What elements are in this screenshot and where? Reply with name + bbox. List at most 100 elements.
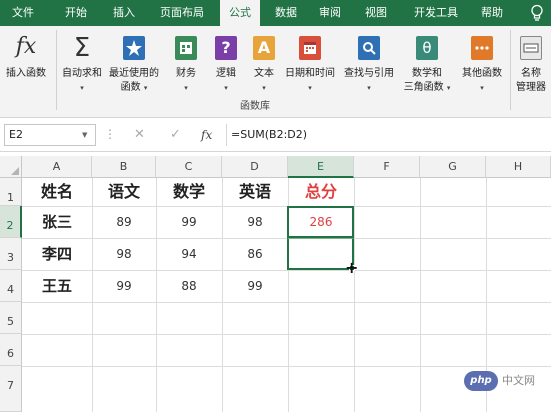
logical-button[interactable]: ? 逻辑 ▾ (206, 30, 246, 106)
math-label-1: 数学和 (412, 68, 442, 79)
cell-d1[interactable]: 英语 (222, 178, 288, 206)
cell-b2[interactable]: 89 (92, 206, 156, 238)
math-trig-button[interactable]: θ 数学和 三角函数 ▾ (400, 30, 454, 106)
tag-icon (520, 36, 542, 60)
more-functions-button[interactable]: 其他函数 ▾ (456, 30, 508, 106)
gridline (22, 302, 551, 303)
column-header-a[interactable]: A (22, 156, 92, 178)
column-header-h[interactable]: H (486, 156, 551, 178)
cell-a4[interactable]: 王五 (22, 270, 92, 302)
insert-function-button[interactable]: fx 插入函数 (2, 30, 50, 106)
calendar-book-icon (299, 36, 321, 60)
chevron-down-icon: ▾ (184, 84, 188, 92)
text-functions-button[interactable]: A 文本 ▾ (246, 30, 282, 106)
more-functions-label: 其他函数 (462, 68, 502, 79)
gridline (22, 366, 551, 367)
lookup-reference-button[interactable]: 查找与引用 ▾ (340, 30, 398, 106)
watermark: php 中文网 (464, 371, 548, 391)
chevron-down-icon: ▾ (446, 84, 451, 92)
cell-e1[interactable]: 总分 (288, 178, 354, 206)
watermark-text: 中文网 (502, 374, 535, 387)
column-header-f[interactable]: F (354, 156, 420, 178)
chevron-down-icon: ▾ (480, 84, 484, 92)
star-book-icon (123, 36, 145, 60)
cell-d3[interactable]: 86 (222, 238, 288, 270)
datetime-label: 日期和时间 (285, 68, 335, 79)
row-header-2[interactable]: 2 (0, 206, 22, 238)
autosum-button[interactable]: Σ 自动求和 ▾ (58, 30, 106, 106)
insert-function-icon[interactable]: fx (201, 124, 212, 146)
crosshair-cursor-icon: + (345, 258, 359, 277)
cell-b1[interactable]: 语文 (92, 178, 156, 206)
cell-a2[interactable]: 张三 (22, 206, 92, 238)
column-header-d[interactable]: D (222, 156, 288, 178)
fill-drag-outline (287, 238, 354, 270)
cell-a1[interactable]: 姓名 (22, 178, 92, 206)
financial-book-icon (175, 36, 197, 60)
drag-handle-icon[interactable]: ⋮ (104, 124, 116, 146)
column-header-g[interactable]: G (420, 156, 486, 178)
function-library-group-label: 函数库 (240, 101, 270, 112)
column-header-b[interactable]: B (92, 156, 156, 178)
financial-label: 财务 (176, 68, 196, 79)
cell-c3[interactable]: 94 (156, 238, 222, 270)
select-all-triangle-icon (11, 167, 19, 175)
fx-icon: fx (15, 34, 37, 59)
row-header-3[interactable]: 3 (0, 238, 22, 270)
formula-input[interactable]: =SUM(B2:D2) (226, 124, 547, 146)
datetime-button[interactable]: 日期和时间 ▾ (282, 30, 338, 106)
gridline (354, 178, 355, 412)
insert-function-label: 插入函数 (6, 68, 46, 79)
cell-a3[interactable]: 李四 (22, 238, 92, 270)
select-all-button[interactable] (0, 156, 22, 178)
cell-b3[interactable]: 98 (92, 238, 156, 270)
recent-functions-label-2: 函数 (120, 82, 141, 93)
tab-page-layout[interactable]: 页面布局 (150, 0, 214, 26)
ribbon: fx 插入函数 Σ 自动求和 ▾ 最近使用的 函数 ▾ 财务 ▾ ? 逻辑 ▾ … (0, 26, 551, 118)
row-header-5[interactable]: 5 (0, 302, 22, 334)
magnifier-book-icon (358, 36, 380, 60)
ribbon-separator (510, 30, 511, 110)
cell-c1[interactable]: 数学 (156, 178, 222, 206)
cell-d4[interactable]: 99 (222, 270, 288, 302)
name-manager-button[interactable]: 名称 管理器 (512, 30, 550, 106)
gridline (22, 334, 551, 335)
sigma-icon: Σ (73, 33, 91, 63)
tab-help[interactable]: 帮助 (472, 0, 512, 26)
tab-view[interactable]: 视图 (356, 0, 396, 26)
row-header-4[interactable]: 4 (0, 270, 22, 302)
lightbulb-icon[interactable] (527, 0, 547, 26)
autosum-label: 自动求和 (62, 68, 102, 79)
name-manager-label-2: 管理器 (516, 82, 546, 93)
tab-developer[interactable]: 开发工具 (404, 0, 468, 26)
tab-home[interactable]: 开始 (56, 0, 96, 26)
tab-review[interactable]: 审阅 (310, 0, 350, 26)
chevron-down-icon[interactable]: ▼ (82, 124, 87, 146)
cancel-icon[interactable]: ✕ (134, 124, 145, 146)
column-header-e[interactable]: E (288, 156, 354, 178)
text-label: 文本 (254, 68, 274, 79)
row-header-6[interactable]: 6 (0, 334, 22, 366)
row-header-1[interactable]: 1 (0, 178, 22, 206)
math-label-2: 三角函数 (403, 82, 444, 93)
ribbon-tab-bar: 文件 开始 插入 页面布局 公式 数据 审阅 视图 开发工具 帮助 (0, 0, 551, 27)
enter-icon[interactable]: ✓ (170, 124, 181, 146)
active-cell-border (287, 206, 354, 238)
php-logo: php (464, 371, 498, 391)
tab-data[interactable]: 数据 (266, 0, 306, 26)
formula-bar: E2 ▼ ⋮ ✕ ✓ fx =SUM(B2:D2) (0, 118, 551, 152)
tab-file[interactable]: 文件 (6, 0, 40, 26)
recent-functions-label-1: 最近使用的 (109, 68, 159, 79)
chevron-down-icon: ▾ (308, 84, 312, 92)
recent-functions-button[interactable]: 最近使用的 函数 ▾ (106, 30, 162, 106)
cell-b4[interactable]: 99 (92, 270, 156, 302)
row-header-7[interactable]: 7 (0, 366, 22, 412)
column-header-c[interactable]: C (156, 156, 222, 178)
cell-d2[interactable]: 98 (222, 206, 288, 238)
tab-formulas[interactable]: 公式 (220, 0, 260, 27)
tab-insert[interactable]: 插入 (104, 0, 144, 26)
question-book-icon: ? (215, 36, 237, 60)
cell-c2[interactable]: 99 (156, 206, 222, 238)
cell-c4[interactable]: 88 (156, 270, 222, 302)
financial-button[interactable]: 财务 ▾ (166, 30, 206, 106)
